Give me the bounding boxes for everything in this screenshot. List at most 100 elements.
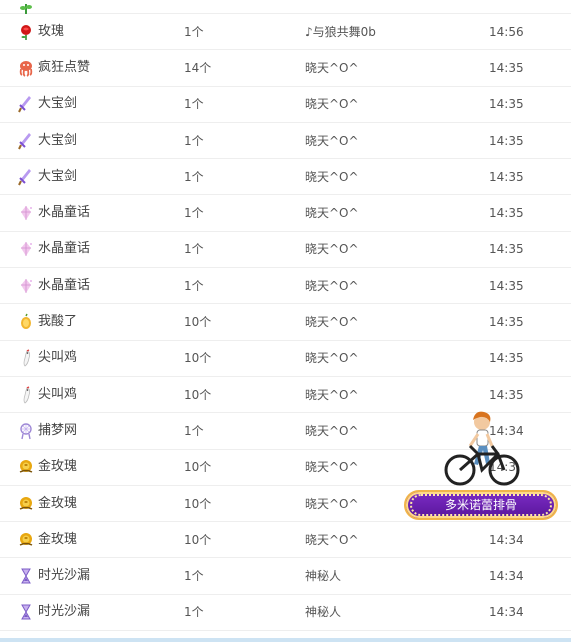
gift-time: 14:34 [489, 532, 524, 547]
table-row: 时光沙漏 1个 神秘人 14:34 [0, 558, 571, 595]
gift-name: 尖叫鸡 [38, 386, 78, 402]
gift-count: 1个 [184, 242, 204, 257]
gift-time: 14:34 [489, 605, 524, 620]
table-row: 水晶童话 1个 晓天^O^ 14:35 [0, 232, 571, 269]
table-row: 大宝剑 1个 晓天^O^ 14:35 [0, 87, 571, 123]
gift-sender: ♪与狼共舞0b [305, 24, 376, 39]
gift-record-table: 玫瑰 1个 ♪与狼共舞0b 14:56 疯狂点赞 14个 晓天^O^ 14:35 大宝剑 1个 晓天… [0, 0, 571, 632]
gift-count: 10个 [184, 315, 212, 330]
gold-rose-icon [17, 495, 35, 513]
table-row: 时光沙漏 1个 神秘人 14:34 [0, 595, 571, 632]
gift-time: 14:35 [489, 133, 524, 148]
gift-time: 14:35 [489, 97, 524, 112]
table-row [0, 0, 571, 14]
gift-time: 14:56 [489, 24, 524, 39]
gift-count: 1个 [184, 206, 204, 221]
gift-sender: 晓天^O^ [305, 97, 359, 112]
gift-count: 10个 [184, 460, 212, 475]
crystal-icon [17, 277, 35, 295]
crystal-icon [17, 240, 35, 258]
gift-name: 金玫瑰 [38, 531, 78, 547]
gift-name: 大宝剑 [38, 168, 78, 184]
sword-icon [17, 95, 35, 113]
gift-sender: 晓天^O^ [305, 423, 359, 438]
table-row: 大宝剑 1个 晓天^O^ 14:35 [0, 123, 571, 160]
gift-count: 1个 [184, 97, 204, 112]
gift-time: 14:35 [489, 242, 524, 257]
gift-sender: 晓天^O^ [305, 242, 359, 257]
sword-icon [17, 168, 35, 186]
gift-count: 10个 [184, 532, 212, 547]
gift-sender: 晓天^O^ [305, 206, 359, 221]
chicken-icon [17, 385, 35, 404]
gift-sender: 晓天^O^ [305, 133, 359, 148]
cyclist-illustration [442, 408, 522, 490]
gift-count: 1个 [184, 133, 204, 148]
gift-name: 水晶童话 [38, 277, 91, 293]
table-row: 尖叫鸡 10个 晓天^O^ 14:35 [0, 341, 571, 377]
gift-time: 14:34 [489, 569, 524, 584]
gift-sender: 晓天^O^ [305, 460, 359, 475]
gift-name: 大宝剑 [38, 132, 78, 148]
gift-name: 水晶童话 [38, 205, 91, 221]
gift-count: 1个 [184, 278, 204, 293]
gift-sender: 晓天^O^ [305, 532, 359, 547]
table-row: 水晶童话 1个 晓天^O^ 14:35 [0, 195, 571, 232]
table-row: 玫瑰 1个 ♪与狼共舞0b 14:56 [0, 14, 571, 51]
gift-name: 大宝剑 [38, 96, 78, 112]
gift-sender: 神秘人 [305, 605, 342, 620]
sword-icon [17, 132, 35, 150]
ranking-button-label: 多米诺蕾排骨 [444, 498, 517, 512]
gift-sender: 晓天^O^ [305, 278, 359, 293]
gold-rose-icon [17, 531, 35, 549]
hourglass-icon [17, 603, 35, 621]
gift-time: 14:35 [489, 351, 524, 366]
gift-sender: 神秘人 [305, 569, 342, 584]
dreamcatcher-icon [17, 422, 35, 440]
table-row: 我酸了 10个 晓天^O^ 14:35 [0, 304, 571, 341]
gift-count: 10个 [184, 351, 212, 366]
ranking-button[interactable]: 多米诺蕾排骨 [404, 490, 558, 520]
gift-sender: 晓天^O^ [305, 169, 359, 184]
gift-name: 时光沙漏 [38, 604, 91, 620]
floating-activity-widget[interactable]: 多米诺蕾排骨 [402, 408, 562, 524]
gift-name: 金玫瑰 [38, 495, 78, 511]
gift-count: 1个 [184, 569, 204, 584]
gift-time: 14:35 [489, 60, 524, 75]
gift-time: 14:35 [489, 387, 524, 402]
gift-sender: 晓天^O^ [305, 60, 359, 75]
gift-count: 10个 [184, 387, 212, 402]
gift-name: 尖叫鸡 [38, 350, 78, 366]
gift-name: 金玫瑰 [38, 459, 78, 475]
gift-name: 捕梦网 [38, 422, 78, 438]
gift-count: 1个 [184, 423, 204, 438]
gift-name: 玫瑰 [38, 23, 65, 39]
gift-name: 时光沙漏 [38, 568, 91, 584]
gift-sender: 晓天^O^ [305, 387, 359, 402]
bottom-border-bar [0, 638, 571, 642]
chicken-icon [17, 349, 35, 367]
gift-sender: 晓天^O^ [305, 315, 359, 330]
octopus-icon [17, 59, 35, 77]
table-row: 水晶童话 1个 晓天^O^ 14:35 [0, 268, 571, 305]
lemon-icon [17, 313, 35, 331]
table-row: 疯狂点赞 14个 晓天^O^ 14:35 [0, 50, 571, 87]
crystal-icon [17, 204, 35, 222]
table-row: 大宝剑 1个 晓天^O^ 14:35 [0, 159, 571, 196]
gift-time: 14:35 [489, 169, 524, 184]
rose-icon [17, 23, 35, 41]
gift-time: 14:35 [489, 278, 524, 293]
hourglass-icon [17, 567, 35, 585]
gift-name: 我酸了 [38, 314, 78, 330]
gift-count: 1个 [184, 169, 204, 184]
gift-count: 1个 [184, 605, 204, 620]
gift-count: 1个 [184, 24, 204, 39]
table-row: 金玫瑰 10个 晓天^O^ 14:34 [0, 522, 571, 559]
gift-count: 10个 [184, 496, 212, 511]
gift-count: 14个 [184, 60, 212, 75]
gift-name: 水晶童话 [38, 241, 91, 257]
gift-name: 疯狂点赞 [38, 59, 91, 75]
gift-sender: 晓天^O^ [305, 351, 359, 366]
gift-time: 14:35 [489, 206, 524, 221]
gift-sender: 晓天^O^ [305, 496, 359, 511]
